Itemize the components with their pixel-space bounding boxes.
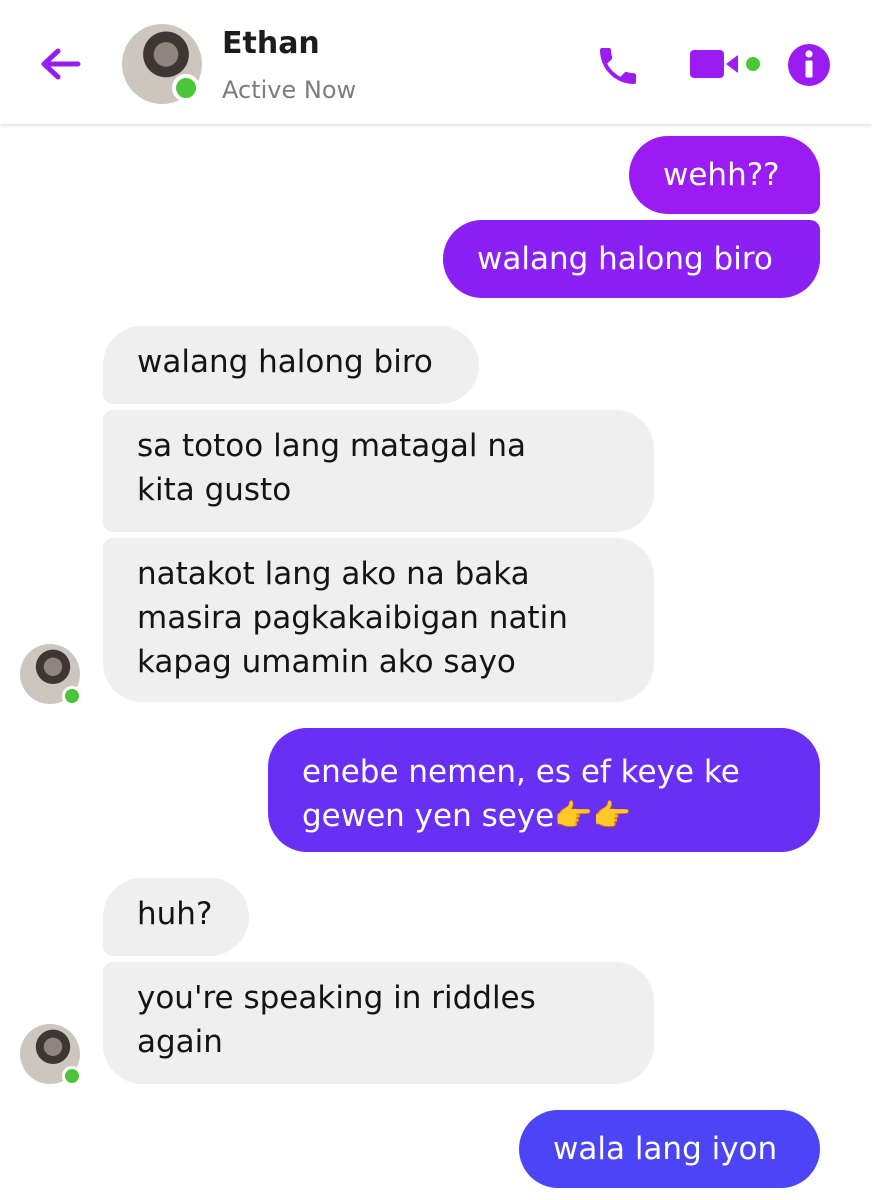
message-text: walang halong biro bbox=[477, 241, 773, 277]
back-arrow-icon[interactable] bbox=[36, 40, 84, 88]
sent-message-bubble[interactable]: walang halong biro bbox=[443, 220, 820, 298]
message-text: walang halong biro bbox=[137, 344, 433, 380]
contact-name[interactable]: Ethan bbox=[222, 26, 320, 61]
online-status-dot bbox=[172, 74, 200, 102]
contact-avatar[interactable] bbox=[122, 24, 202, 104]
message-text: wala lang iyon bbox=[553, 1131, 778, 1167]
sent-message-bubble[interactable]: wehh?? bbox=[629, 136, 820, 214]
message-line: sa totoo lang matagal na bbox=[137, 428, 526, 464]
info-icon[interactable] bbox=[786, 42, 832, 88]
online-status-dot bbox=[62, 1066, 82, 1086]
message-text: wehh?? bbox=[663, 157, 780, 193]
received-message-bubble[interactable]: walang halong biro bbox=[103, 326, 479, 404]
message-line: enebe nemen, es ef keye ke bbox=[302, 754, 740, 790]
phone-icon[interactable] bbox=[594, 42, 642, 90]
chat-header: Ethan Active Now bbox=[0, 0, 872, 124]
contact-avatar[interactable] bbox=[20, 644, 82, 706]
message-line: kita gusto bbox=[137, 472, 292, 508]
sent-message-bubble[interactable]: enebe nemen, es ef keye ke gewen yen sey… bbox=[268, 728, 820, 852]
received-message-bubble[interactable]: sa totoo lang matagal na kita gusto bbox=[103, 410, 654, 532]
video-camera-icon[interactable] bbox=[688, 44, 762, 84]
contact-status: Active Now bbox=[222, 76, 357, 104]
message-text: huh? bbox=[137, 896, 213, 932]
contact-avatar[interactable] bbox=[20, 1024, 82, 1086]
received-message-bubble[interactable]: you're speaking in riddles again bbox=[103, 962, 654, 1084]
message-line: gewen yen seye👉👉 bbox=[302, 798, 632, 834]
sent-message-bubble[interactable]: wala lang iyon bbox=[519, 1110, 820, 1188]
received-message-bubble[interactable]: huh? bbox=[103, 878, 249, 956]
message-line: natakot lang ako na baka bbox=[137, 556, 530, 592]
message-line: again bbox=[137, 1024, 223, 1060]
online-status-dot bbox=[62, 686, 82, 706]
message-line: masira pagkakaibigan natin bbox=[137, 600, 568, 636]
received-message-bubble[interactable]: natakot lang ako na baka masira pagkakai… bbox=[103, 538, 654, 702]
message-line: you're speaking in riddles bbox=[137, 980, 536, 1016]
message-line: kapag umamin ako sayo bbox=[137, 644, 516, 680]
